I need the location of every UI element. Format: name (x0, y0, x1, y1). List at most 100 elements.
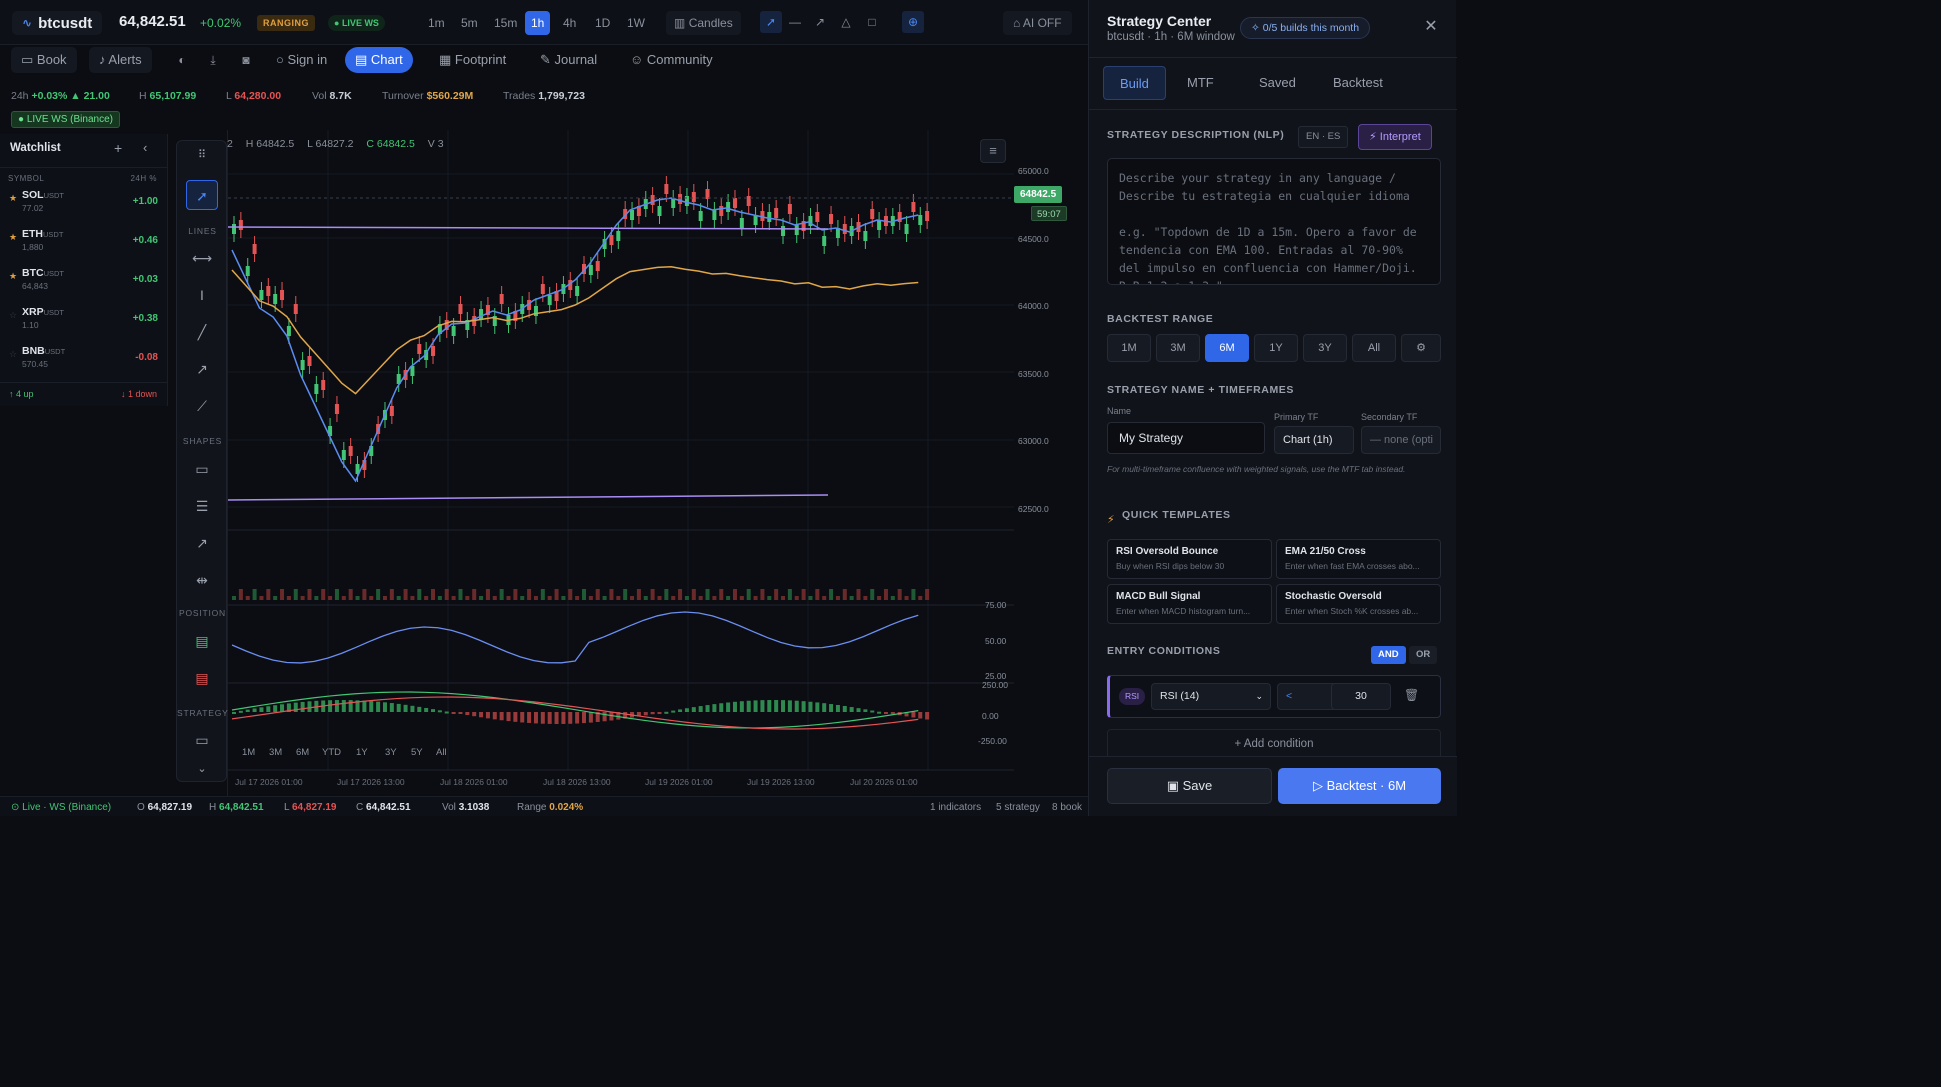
signin-button[interactable]: ○ Sign in (266, 47, 337, 73)
palette-icon[interactable]: ◐ (174, 52, 190, 68)
extended-line-tool[interactable]: ⟋ (186, 391, 218, 421)
template-card[interactable]: MACD Bull Signal Enter when MACD histogra… (1107, 584, 1272, 624)
template-card[interactable]: EMA 21/50 Cross Enter when fast EMA cross… (1276, 539, 1441, 579)
language-toggle[interactable]: EN · ES (1298, 126, 1349, 148)
template-card[interactable]: RSI Oversold Bounce Buy when RSI dips bel… (1107, 539, 1272, 579)
download-icon[interactable]: ⤓ (205, 52, 221, 68)
candle-timer: 59:07 (1031, 206, 1067, 221)
measure-tool[interactable]: ⇹ (186, 565, 218, 595)
close-icon[interactable]: ✕ (1421, 17, 1441, 37)
range-1m[interactable]: 1M (1107, 334, 1151, 362)
community-tab[interactable]: ☺ Community (620, 47, 723, 73)
trendline-tool[interactable]: ╱ (186, 317, 218, 347)
star-icon[interactable]: ★ (9, 271, 17, 282)
status-book[interactable]: 8 book (1052, 802, 1082, 813)
star-icon[interactable]: ☆ (9, 349, 17, 360)
lock-icon: ⌂ (1013, 16, 1021, 30)
status-strategy[interactable]: 5 strategy (996, 802, 1040, 813)
symbol-selector[interactable]: ∿ btcusdt (12, 11, 103, 35)
primary-tf-select[interactable]: Chart (1h) (1274, 426, 1354, 454)
pointer-tool[interactable]: ➚ (186, 180, 218, 210)
alerts-button[interactable]: ♪ Alerts (89, 47, 152, 73)
grip-icon[interactable]: ⠿ (186, 147, 218, 163)
tab-mtf[interactable]: MTF (1171, 66, 1230, 100)
hline-icon[interactable]: — (787, 14, 803, 30)
strategy-description-input[interactable]: Describe your strategy in any language /… (1107, 158, 1441, 285)
watchlist-row[interactable]: ★ ETHUSDT 1,880 +0.46 (0, 223, 168, 261)
chart-range-3y[interactable]: 3Y (380, 745, 402, 760)
watchlist-row[interactable]: ☆ BNBUSDT 570.45 -0.08 (0, 340, 168, 378)
journal-tab[interactable]: ✎ Journal (530, 47, 607, 73)
watchlist-row[interactable]: ☆ XRPUSDT 1.10 +0.38 (0, 301, 168, 339)
star-icon[interactable]: ☆ (9, 310, 17, 321)
hline-tool[interactable]: ⟷ (186, 243, 218, 273)
vline-tool[interactable]: I (186, 280, 218, 310)
backtest-button[interactable]: ▷ Backtest · 6M (1278, 768, 1441, 804)
book-button[interactable]: ▭ Book (11, 47, 77, 73)
chart-range-all[interactable]: All (431, 745, 452, 760)
status-indicators[interactable]: 1 indicators (930, 802, 981, 813)
volume-bar (726, 596, 731, 600)
trash-icon[interactable]: 🗑 (1404, 688, 1419, 702)
ai-toggle[interactable]: ⌂ AI OFF (1003, 11, 1072, 35)
tf-1h[interactable]: 1h (525, 11, 551, 35)
tf-15m[interactable]: 15m (488, 11, 523, 35)
footprint-tab[interactable]: ▦ Footprint (429, 47, 516, 73)
arrow-tool[interactable]: ↗ (186, 528, 218, 558)
indicator-select[interactable]: RSI (14) ⌄ (1151, 683, 1271, 710)
chart-range-1m[interactable]: 1M (237, 745, 260, 760)
arrow-icon[interactable]: ↗ (812, 14, 828, 30)
tab-saved[interactable]: Saved (1243, 66, 1312, 100)
tf-5m[interactable]: 5m (455, 11, 484, 35)
tf-1w[interactable]: 1W (621, 11, 651, 35)
condition-value-input[interactable]: 30 (1331, 683, 1391, 710)
plus-icon[interactable]: + (114, 140, 122, 156)
range-3m[interactable]: 3M (1156, 334, 1200, 362)
range-all[interactable]: All (1352, 334, 1396, 362)
fib-tool[interactable]: ☰ (186, 491, 218, 521)
range-3y[interactable]: 3Y (1303, 334, 1347, 362)
tf-4h[interactable]: 4h (557, 11, 582, 35)
chart-canvas[interactable] (227, 130, 1014, 796)
strategy-tool[interactable]: ▭ (186, 725, 218, 755)
chart-tab[interactable]: ▤ Chart (345, 47, 413, 73)
or-toggle[interactable]: OR (1409, 646, 1438, 664)
camera-icon[interactable]: ◙ (238, 52, 254, 68)
watchlist-row[interactable]: ★ SOLUSDT 77.02 +1.00 (0, 184, 168, 222)
save-button[interactable]: ▣ Save (1107, 768, 1272, 804)
long-position-tool[interactable]: ▤ (186, 626, 218, 656)
tab-build[interactable]: Build (1103, 66, 1166, 100)
add-condition-button[interactable]: + Add condition (1107, 729, 1441, 757)
chevron-down-icon[interactable]: ⌄ (186, 759, 218, 779)
rectangle-tool[interactable]: ▭ (186, 454, 218, 484)
list-icon[interactable]: ≡ (980, 139, 1006, 163)
crosshair-icon[interactable]: ⊕ (902, 11, 924, 33)
secondary-tf-select[interactable]: — none (opti (1361, 426, 1441, 454)
tab-backtest[interactable]: Backtest (1317, 66, 1399, 100)
triangle-icon[interactable]: △ (838, 14, 854, 30)
short-position-tool[interactable]: ▤ (186, 663, 218, 693)
range-1y[interactable]: 1Y (1254, 334, 1298, 362)
template-card[interactable]: Stochastic Oversold Enter when Stoch %K c… (1276, 584, 1441, 624)
range-settings-icon[interactable]: ⚙ (1401, 334, 1441, 362)
star-icon[interactable]: ★ (9, 193, 17, 204)
and-toggle[interactable]: AND (1371, 646, 1406, 664)
chart-range-5y[interactable]: 5Y (406, 745, 428, 760)
chart-range-6m[interactable]: 6M (291, 745, 314, 760)
volume-bar (829, 589, 834, 600)
rect-icon[interactable]: □ (864, 14, 880, 30)
range-6m[interactable]: 6M (1205, 334, 1249, 362)
tf-1m[interactable]: 1m (422, 11, 451, 35)
chart-range-3m[interactable]: 3M (264, 745, 287, 760)
ray-tool[interactable]: ↗ (186, 354, 218, 384)
watchlist-row[interactable]: ★ BTCUSDT 64,843 +0.03 (0, 262, 168, 300)
chart-type-button[interactable]: ▥ Candles (666, 11, 741, 35)
chart-range-ytd[interactable]: YTD (317, 745, 346, 760)
star-icon[interactable]: ★ (9, 232, 17, 243)
tf-1d[interactable]: 1D (589, 11, 616, 35)
chevron-left-icon[interactable]: ‹ (143, 140, 147, 155)
strategy-name-input[interactable]: My Strategy (1107, 422, 1265, 454)
interpret-button[interactable]: ⚡ Interpret (1358, 124, 1432, 150)
cursor-icon[interactable]: ➚ (760, 11, 782, 33)
chart-range-1y[interactable]: 1Y (351, 745, 373, 760)
